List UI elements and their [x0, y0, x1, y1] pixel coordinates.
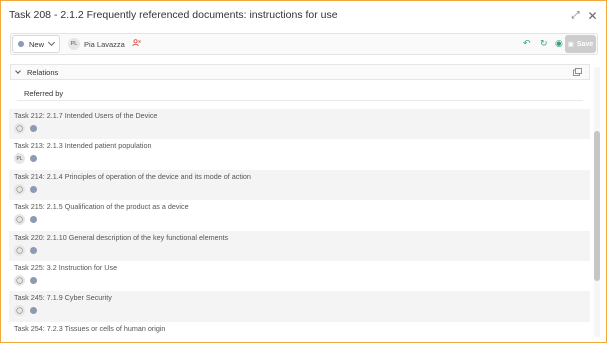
task-dialog: Task 208 - 2.1.2 Frequently referenced d… [0, 0, 607, 343]
section-title: Relations [27, 67, 59, 77]
assignee-name: Pia Lavazza [84, 39, 125, 49]
list-item[interactable]: Task 215: 2.1.5 Qualification of the pro… [9, 200, 590, 230]
referred-by-header: Referred by [17, 87, 583, 101]
user-remove-icon[interactable] [132, 39, 141, 49]
task-toolbar: New PL Pia Lavazza ↶ ↻ ◉ ▣ Save [10, 33, 598, 55]
user-icon: ◯ [16, 247, 23, 254]
chevron-down-icon [47, 38, 56, 47]
list-item[interactable]: Task 245: 7.1.9 Cyber Security ◯ [9, 291, 590, 322]
relations-section-header[interactable]: Relations [10, 64, 590, 80]
open-in-window-icon[interactable] [573, 68, 582, 78]
user-icon: ◯ [16, 217, 23, 224]
status-dot [30, 125, 37, 132]
status-dot [18, 41, 24, 47]
status-select[interactable]: New [12, 35, 60, 53]
save-button[interactable]: ▣ Save [565, 35, 596, 53]
user-icon: ◯ [16, 126, 23, 132]
avatar: ◯ [14, 244, 25, 256]
status-dot [30, 185, 37, 193]
item-title: Task 213: 2.1.3 Intended patient populat… [14, 141, 152, 151]
refresh-icon[interactable]: ↻ [540, 39, 548, 48]
title-bar: Task 208 - 2.1.2 Frequently referenced d… [2, 2, 605, 28]
status-dot [30, 276, 37, 284]
list-item[interactable]: Task 212: 2.1.7 Intended Users of the De… [9, 109, 590, 140]
avatar: ◯ [14, 274, 25, 286]
item-title: Task 215: 2.1.5 Qualification of the pro… [14, 202, 189, 212]
avatar: PL [68, 38, 80, 50]
user-icon: ◯ [16, 308, 23, 315]
avatar: PL [14, 153, 25, 165]
dialog-title: Task 208 - 2.1.2 Frequently referenced d… [9, 9, 338, 21]
save-label: Save [576, 40, 594, 48]
user-icon: ◯ [16, 277, 23, 284]
chevron-down-icon[interactable] [15, 68, 21, 74]
save-icon: ▣ [567, 41, 574, 48]
avatar: ◯ [14, 123, 25, 134]
scrollbar-thumb[interactable] [594, 131, 600, 281]
status-dot [30, 216, 37, 224]
item-title: Task 214: 2.1.4 Principles of operation … [14, 171, 251, 181]
status-dot [30, 155, 37, 163]
user-icon: ◯ [16, 186, 23, 193]
item-title: Task 245: 7.1.9 Cyber Security [14, 293, 112, 303]
list-item[interactable]: Task 214: 2.1.4 Principles of operation … [9, 169, 590, 201]
list-item[interactable]: Task 213: 2.1.3 Intended patient populat… [9, 139, 590, 169]
item-title: Task 254: 7.2.3 Tissues or cells of huma… [14, 323, 166, 333]
avatar: ◯ [14, 214, 25, 226]
list-item[interactable]: Task 225: 3.2 Instruction for Use ◯ [9, 261, 590, 291]
list-item[interactable]: Task 220: 2.1.10 General description of … [9, 230, 590, 261]
avatar: ◯ [14, 183, 25, 195]
expand-icon[interactable]: ⤢ [570, 10, 581, 21]
referred-by-list: Task 212: 2.1.7 Intended Users of the De… [9, 109, 590, 343]
watch-icon[interactable]: ◉ [555, 39, 563, 48]
status-dot [30, 307, 37, 315]
avatar: ◯ [14, 305, 25, 317]
item-title: Task 212: 2.1.7 Intended Users of the De… [14, 111, 158, 120]
item-title: Task 225: 3.2 Instruction for Use [14, 262, 118, 272]
item-title: Task 220: 2.1.10 General description of … [14, 232, 229, 242]
status-dot [30, 246, 37, 254]
close-icon[interactable]: ✕ [587, 10, 598, 22]
list-item[interactable]: Task 254: 7.2.3 Tissues or cells of huma… [9, 322, 590, 343]
content-scroll-area[interactable]: Relations Referred by Task 212: 2.1.7 In… [2, 60, 599, 343]
undo-icon[interactable]: ↶ [523, 39, 531, 48]
assignee[interactable]: PL Pia Lavazza [68, 38, 141, 50]
status-label: New [29, 39, 45, 49]
subsection-title: Referred by [24, 89, 64, 98]
